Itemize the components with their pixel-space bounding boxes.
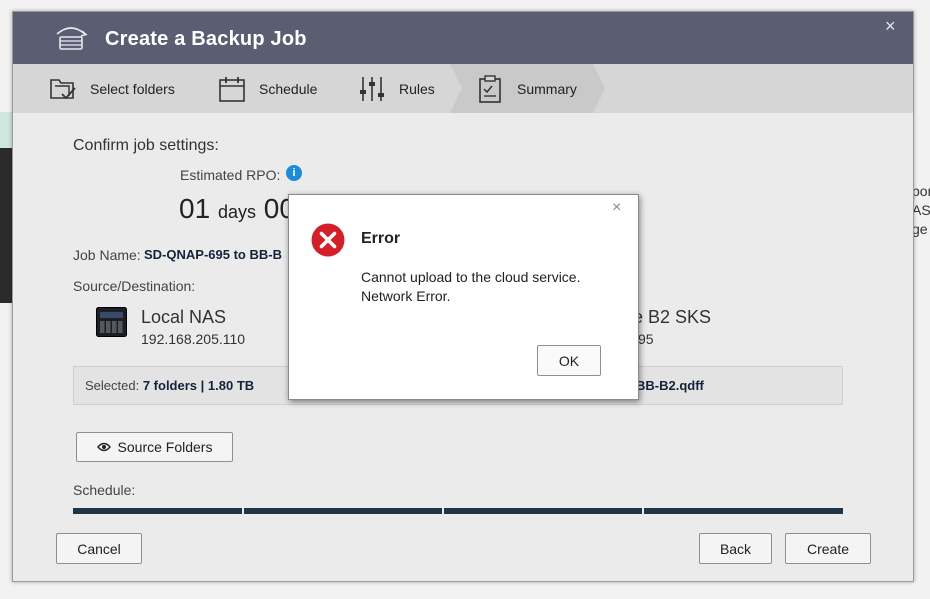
schedule-column-divider (442, 508, 444, 514)
schedule-column-divider (242, 508, 244, 514)
selected-label: Selected: 7 folders | 1.80 TB (85, 378, 255, 393)
error-icon (311, 223, 345, 257)
nas-device-icon (96, 307, 127, 337)
schedule-table-header (73, 508, 843, 514)
background-text: por AS ge (912, 183, 930, 237)
background-app-fragment (0, 112, 12, 148)
folder-check-icon (50, 78, 76, 99)
close-icon[interactable]: × (612, 199, 626, 217)
step-label: Schedule (259, 80, 318, 97)
clipboard-icon (479, 74, 501, 103)
calendar-icon (219, 76, 245, 102)
error-dialog: × Error Cannot upload to the cloud servi… (288, 194, 639, 400)
job-name-label: Job Name: (73, 247, 141, 263)
cancel-button[interactable]: Cancel (56, 533, 142, 564)
schedule-label: Schedule: (73, 482, 136, 498)
destination-file: BB-B2.qdff (636, 378, 704, 393)
confirm-heading: Confirm job settings: (73, 137, 219, 154)
rpo-label: Estimated RPO: (180, 167, 281, 183)
source-address: 192.168.205.110 (141, 331, 246, 347)
wizard-steps: Select folders Schedule Rules Summary (13, 64, 913, 113)
schedule-column-divider (642, 508, 644, 514)
dialog-header: Create a Backup Job × (13, 12, 913, 64)
destination-name: e B2 SKS (633, 307, 712, 327)
dialog-title: Create a Backup Job (105, 28, 307, 50)
step-select-folders[interactable]: Select folders (48, 64, 175, 113)
step-summary[interactable]: Summary (475, 64, 577, 113)
background-app-fragment (0, 148, 12, 303)
source-folders-button[interactable]: Source Folders (76, 432, 233, 462)
error-title: Error (361, 230, 401, 247)
close-icon[interactable]: × (885, 16, 901, 36)
eye-icon (96, 442, 111, 452)
step-label: Rules (399, 80, 435, 97)
create-button[interactable]: Create (785, 533, 871, 564)
backup-job-icon (56, 27, 88, 50)
info-icon[interactable]: i (286, 165, 302, 181)
sliders-icon (360, 76, 384, 101)
step-schedule[interactable]: Schedule (217, 64, 317, 113)
back-button[interactable]: Back (699, 533, 772, 564)
error-message: Cannot upload to the cloud service. Netw… (361, 269, 581, 304)
source-name: Local NAS (141, 307, 227, 327)
destination-sub: 95 (638, 331, 654, 347)
step-label: Summary (517, 80, 577, 97)
step-label: Select folders (90, 80, 175, 97)
rpo-value: 01 days 00 (179, 193, 295, 224)
step-rules[interactable]: Rules (357, 64, 435, 113)
ok-button[interactable]: OK (537, 345, 601, 376)
source-destination-label: Source/Destination: (73, 278, 196, 294)
job-name-value: SD-QNAP-695 to BB-B (144, 247, 282, 262)
